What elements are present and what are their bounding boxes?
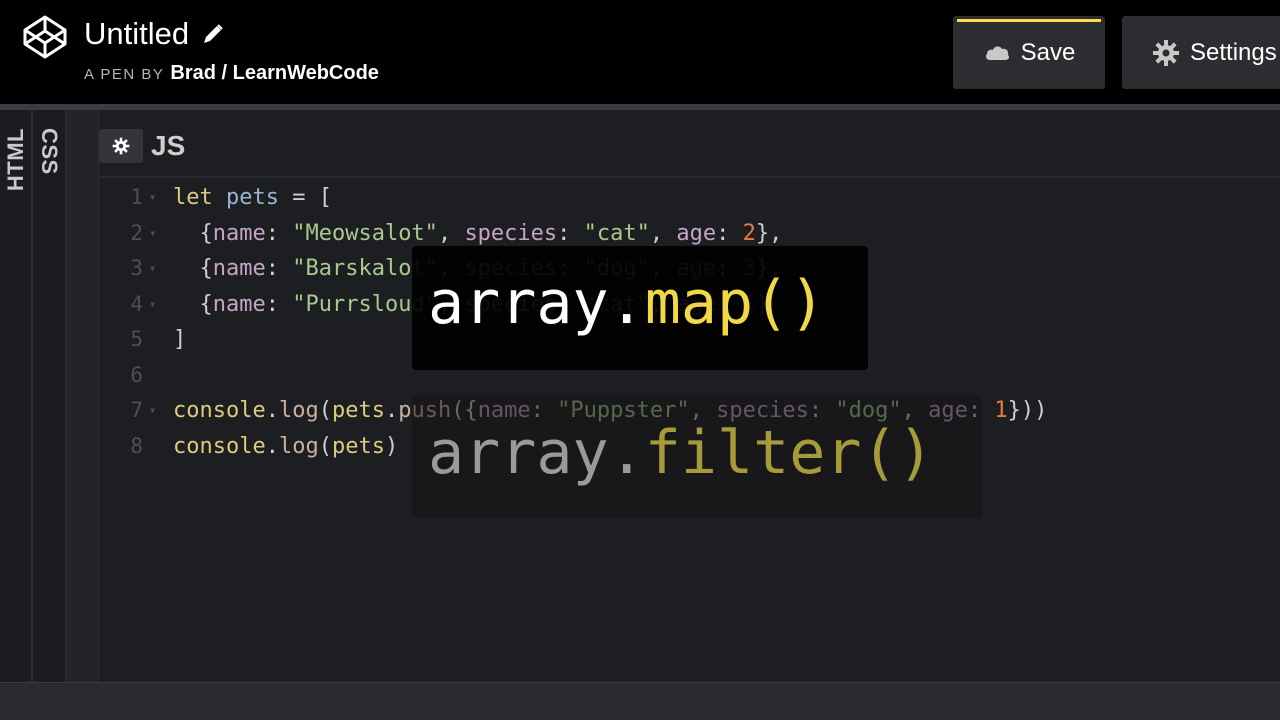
code-token: : bbox=[716, 220, 743, 246]
code-token: , bbox=[649, 220, 677, 246]
author-link[interactable]: Brad / LearnWebCode bbox=[170, 62, 379, 85]
code-token: . bbox=[265, 398, 279, 423]
code-text: console.log(pets) bbox=[173, 429, 398, 465]
pen-byline: A PEN BY Brad / LearnWebCode bbox=[84, 62, 379, 88]
by-label: A PEN BY bbox=[84, 66, 165, 83]
code-token: pets bbox=[331, 398, 385, 423]
code-token: "Meowsalot" bbox=[292, 220, 438, 246]
code-token: "cat" bbox=[583, 220, 650, 246]
code-token: 2 bbox=[742, 220, 756, 246]
tab-html-label: HTML bbox=[2, 128, 28, 192]
js-settings-button[interactable] bbox=[99, 129, 143, 163]
pen-header: Untitled A PEN BY Brad / LearnWebCode Sa… bbox=[0, 0, 1280, 100]
code-token: { bbox=[173, 256, 213, 281]
code-token: name bbox=[212, 256, 266, 281]
line-number: 8 bbox=[130, 433, 143, 458]
code-token: : bbox=[265, 220, 293, 246]
pencil-icon[interactable] bbox=[201, 22, 225, 46]
overlay-filter-method: filter() bbox=[644, 418, 934, 488]
save-button[interactable]: Save bbox=[953, 16, 1105, 89]
gear-icon bbox=[1153, 39, 1179, 66]
pen-title-row: Untitled bbox=[84, 14, 225, 54]
code-token: ) bbox=[384, 433, 399, 459]
code-token: log bbox=[278, 398, 319, 423]
overlay-filter-text: array.filter() bbox=[428, 418, 934, 488]
overlay-filter-prefix: array. bbox=[428, 418, 645, 488]
fold-arrow-icon[interactable]: ▾ bbox=[149, 180, 156, 216]
code-token: : bbox=[265, 256, 293, 281]
overlay-map-prefix: array. bbox=[428, 268, 645, 338]
fold-arrow-icon[interactable]: ▾ bbox=[149, 216, 156, 252]
tab-css-label: CSS bbox=[37, 128, 62, 175]
line-number: 1 bbox=[130, 185, 143, 209]
js-panel-header: JS bbox=[99, 122, 185, 170]
overlay-map-method: map() bbox=[644, 268, 826, 338]
title-overlay-filter: array.filter() bbox=[412, 396, 982, 518]
tab-css[interactable]: CSS bbox=[33, 110, 67, 682]
bottom-bar bbox=[0, 682, 1280, 720]
code-token: ( bbox=[318, 433, 332, 459]
title-overlay-map: array.map() bbox=[412, 246, 868, 370]
fold-arrow-icon[interactable]: ▾ bbox=[149, 287, 156, 323]
code-token: : bbox=[557, 220, 584, 246]
code-token: species bbox=[464, 220, 558, 246]
code-token: let bbox=[173, 185, 226, 210]
code-token: = [ bbox=[278, 185, 332, 210]
settings-label: Settings bbox=[1190, 38, 1277, 66]
line-number: 6 bbox=[130, 362, 143, 387]
code-token: console bbox=[173, 433, 266, 459]
fold-arrow-icon[interactable]: ▾ bbox=[149, 251, 156, 287]
code-token: ] bbox=[173, 327, 187, 352]
settings-button[interactable]: Settings bbox=[1122, 16, 1280, 89]
code-token: name bbox=[212, 220, 266, 246]
code-token: . bbox=[265, 433, 279, 459]
codepen-logo-icon[interactable] bbox=[22, 14, 68, 60]
code-token: { bbox=[173, 220, 213, 246]
code-token: pets bbox=[331, 433, 385, 459]
code-token: name bbox=[212, 291, 266, 317]
gear-icon bbox=[112, 137, 130, 155]
fold-arrow-icon[interactable]: ▾ bbox=[149, 393, 156, 429]
line-number: 5 bbox=[130, 327, 143, 351]
code-token: 1 bbox=[994, 398, 1008, 423]
code-token: }, bbox=[755, 220, 783, 246]
code-text: ] bbox=[173, 322, 186, 358]
code-text: let pets = [ bbox=[173, 180, 332, 216]
code-token: . bbox=[384, 398, 399, 423]
code-token: log bbox=[278, 433, 319, 459]
tab-html[interactable]: HTML bbox=[0, 110, 33, 682]
line-number: 4 bbox=[130, 291, 143, 316]
code-token: pets bbox=[225, 185, 279, 210]
code-token: ( bbox=[318, 398, 332, 423]
save-accent-bar bbox=[957, 19, 1101, 22]
code-line[interactable]: 1 ▾ let pets = [ bbox=[67, 180, 1280, 216]
line-number: 3 bbox=[130, 256, 143, 280]
code-token: : bbox=[265, 291, 293, 317]
code-token: })) bbox=[1007, 398, 1048, 423]
save-label: Save bbox=[1020, 38, 1076, 66]
line-number: 7 bbox=[130, 398, 143, 422]
cloud-icon bbox=[985, 45, 1009, 60]
pen-title[interactable]: Untitled bbox=[84, 16, 189, 52]
js-panel-title: JS bbox=[151, 130, 186, 161]
code-token: { bbox=[173, 291, 213, 317]
js-header-divider bbox=[99, 176, 1280, 178]
code-token: console bbox=[173, 398, 266, 423]
overlay-map-text: array.map() bbox=[428, 268, 825, 338]
line-number: 2 bbox=[130, 220, 143, 245]
code-token: age bbox=[676, 220, 717, 246]
code-token: , bbox=[437, 220, 465, 246]
